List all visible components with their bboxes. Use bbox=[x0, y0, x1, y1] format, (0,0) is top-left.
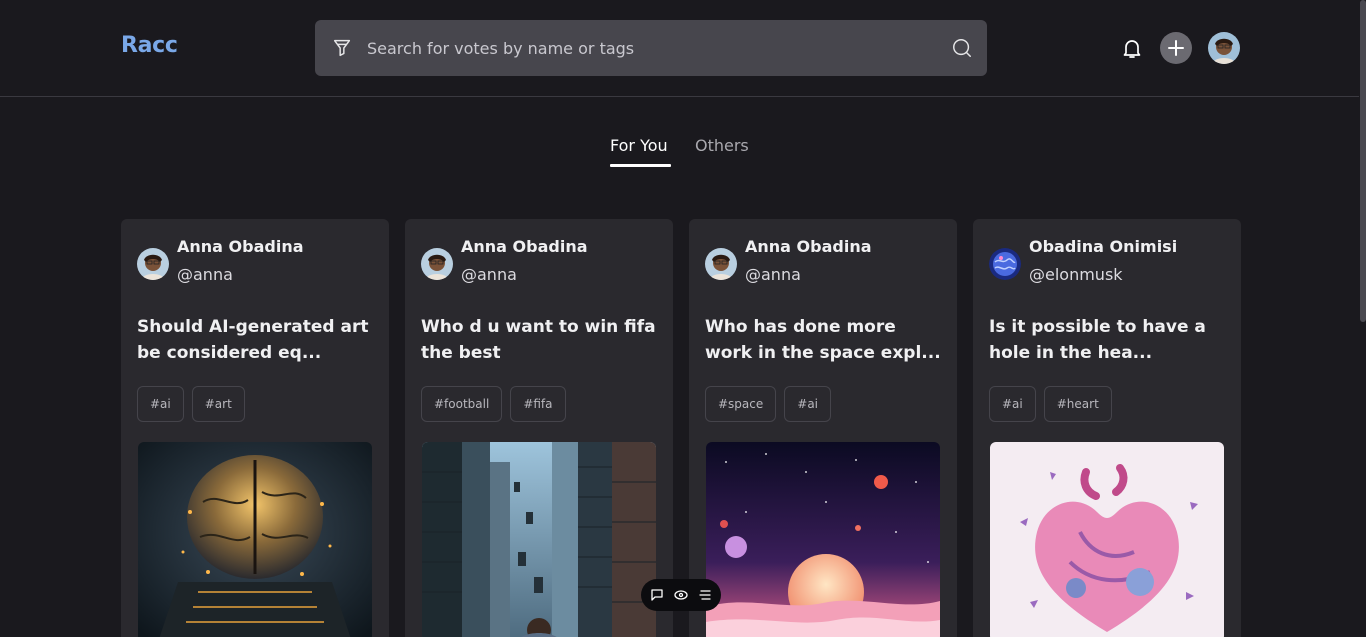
logo[interactable]: Racc bbox=[121, 33, 178, 58]
author-handle[interactable]: @anna bbox=[745, 265, 801, 284]
search-icon[interactable] bbox=[951, 37, 973, 59]
view-icon[interactable] bbox=[673, 587, 689, 603]
vote-question[interactable]: Who d u want to win fifa the best bbox=[421, 314, 657, 366]
vote-image-space[interactable] bbox=[706, 442, 940, 637]
tag-list: #ai #art bbox=[137, 386, 245, 422]
top-bar: Racc bbox=[0, 0, 1366, 97]
filter-icon[interactable] bbox=[331, 37, 353, 59]
vote-image-heart[interactable] bbox=[990, 442, 1224, 637]
vote-question[interactable]: Should AI-generated art be considered eq… bbox=[137, 314, 373, 366]
search-input[interactable] bbox=[367, 20, 927, 76]
bell-icon[interactable] bbox=[1120, 36, 1144, 60]
tag[interactable]: #fifa bbox=[510, 386, 566, 422]
vote-image-city[interactable] bbox=[422, 442, 656, 637]
floating-toolbar bbox=[641, 579, 721, 611]
comment-icon[interactable] bbox=[649, 587, 665, 603]
active-tab-indicator bbox=[610, 164, 671, 167]
author-name[interactable]: Anna Obadina bbox=[745, 237, 872, 256]
tab-others[interactable]: Others bbox=[695, 136, 749, 155]
vote-image-brain[interactable] bbox=[138, 442, 372, 637]
create-vote-button[interactable] bbox=[1160, 32, 1192, 64]
tag[interactable]: #ai bbox=[784, 386, 832, 422]
avatar[interactable] bbox=[989, 248, 1021, 280]
user-avatar[interactable] bbox=[1208, 32, 1240, 64]
tag-list: #football #fifa bbox=[421, 386, 566, 422]
vote-card[interactable]: Anna Obadina @anna Who has done more wor… bbox=[689, 219, 957, 637]
avatar[interactable] bbox=[421, 248, 453, 280]
tag[interactable]: #heart bbox=[1043, 386, 1112, 422]
vote-question[interactable]: Is it possible to have a hole in the hea… bbox=[989, 314, 1225, 366]
tab-for-you[interactable]: For You bbox=[610, 136, 668, 155]
vote-card[interactable]: Obadina Onimisi @elonmusk Is it possible… bbox=[973, 219, 1241, 637]
tag[interactable]: #ai bbox=[137, 386, 184, 422]
author-name[interactable]: Anna Obadina bbox=[177, 237, 304, 256]
tag-list: #space #ai bbox=[705, 386, 832, 422]
search-bar[interactable] bbox=[315, 20, 987, 76]
tag[interactable]: #art bbox=[191, 386, 245, 422]
tag[interactable]: #space bbox=[705, 386, 777, 422]
tag-list: #ai #heart bbox=[989, 386, 1112, 422]
vote-card[interactable]: Anna Obadina @anna Who d u want to win f… bbox=[405, 219, 673, 637]
avatar[interactable] bbox=[137, 248, 169, 280]
scrollbar-thumb[interactable] bbox=[1360, 0, 1366, 322]
author-name[interactable]: Obadina Onimisi bbox=[1029, 237, 1177, 256]
vote-question[interactable]: Who has done more work in the space expl… bbox=[705, 314, 941, 366]
author-handle[interactable]: @anna bbox=[461, 265, 517, 284]
author-handle[interactable]: @anna bbox=[177, 265, 233, 284]
author-name[interactable]: Anna Obadina bbox=[461, 237, 588, 256]
menu-icon[interactable] bbox=[697, 587, 713, 603]
tag[interactable]: #football bbox=[421, 386, 503, 422]
tag[interactable]: #ai bbox=[989, 386, 1036, 422]
vote-card[interactable]: Anna Obadina @anna Should AI-generated a… bbox=[121, 219, 389, 637]
plus-icon bbox=[1168, 40, 1184, 56]
avatar[interactable] bbox=[705, 248, 737, 280]
author-handle[interactable]: @elonmusk bbox=[1029, 265, 1123, 284]
